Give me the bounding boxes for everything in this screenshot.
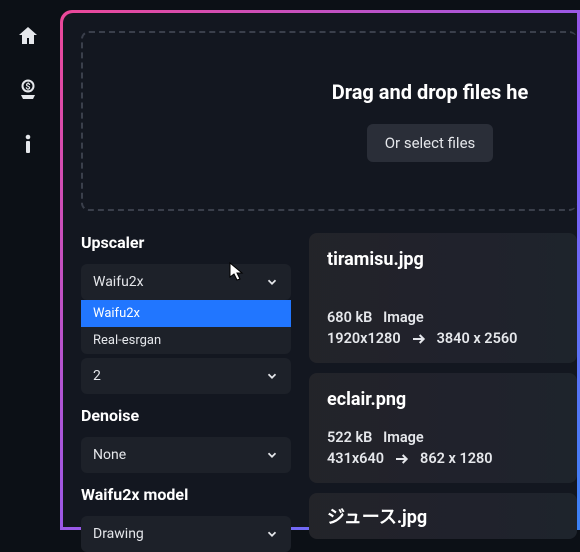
- home-icon[interactable]: [16, 24, 40, 48]
- upscaler-dropdown: Waifu2x Real-esrgan: [81, 300, 291, 354]
- denoise-label: Denoise: [81, 406, 291, 425]
- chevron-down-icon: [265, 369, 279, 383]
- file-card[interactable]: eclair.png 522 kB Image 431x640 862 x 12…: [309, 373, 577, 483]
- chevron-down-icon: [265, 527, 279, 541]
- upscaler-option-waifu2x[interactable]: Waifu2x: [81, 300, 291, 327]
- file-dims: 431x640 862 x 1280: [327, 450, 559, 467]
- file-name: ジュース.jpg: [327, 503, 559, 529]
- info-icon[interactable]: [16, 132, 40, 156]
- arrow-right-icon: [394, 451, 410, 467]
- select-files-button[interactable]: Or select files: [367, 124, 494, 162]
- file-dims: 1920x1280 3840 x 2560: [327, 330, 559, 347]
- dropzone-text: Drag and drop files he: [332, 80, 529, 104]
- upscaler-label: Upscaler: [81, 233, 291, 252]
- chevron-down-icon: [265, 448, 279, 462]
- scale-value: 2: [93, 368, 101, 384]
- scale-select[interactable]: 2: [81, 358, 291, 394]
- model-select[interactable]: Drawing: [81, 516, 291, 552]
- upscaler-select[interactable]: Waifu2x: [81, 264, 291, 300]
- controls-panel: Upscaler Waifu2x Waifu2x Real-esrgan: [81, 233, 291, 552]
- denoise-value: None: [93, 447, 126, 463]
- file-name: eclair.png: [327, 389, 559, 410]
- donate-icon[interactable]: $: [16, 78, 40, 102]
- dropzone[interactable]: Drag and drop files he Or select files: [81, 31, 577, 211]
- file-meta: 680 kB Image: [327, 309, 559, 326]
- file-list: tiramisu.jpg 680 kB Image 1920x1280 3840…: [309, 233, 577, 552]
- sidebar: $: [0, 0, 55, 530]
- file-card[interactable]: ジュース.jpg: [309, 493, 577, 539]
- denoise-select[interactable]: None: [81, 437, 291, 473]
- chevron-down-icon: [265, 275, 279, 289]
- main: Drag and drop files he Or select files U…: [55, 10, 580, 530]
- file-card[interactable]: tiramisu.jpg 680 kB Image 1920x1280 3840…: [309, 233, 577, 363]
- model-value: Drawing: [93, 526, 144, 542]
- upscaler-value: Waifu2x: [93, 274, 144, 290]
- svg-text:$: $: [25, 82, 30, 93]
- file-name: tiramisu.jpg: [327, 249, 559, 270]
- model-label: Waifu2x model: [81, 485, 291, 504]
- upscaler-option-real-esrgan[interactable]: Real-esrgan: [81, 327, 291, 354]
- file-meta: 522 kB Image: [327, 429, 559, 446]
- arrow-right-icon: [411, 331, 427, 347]
